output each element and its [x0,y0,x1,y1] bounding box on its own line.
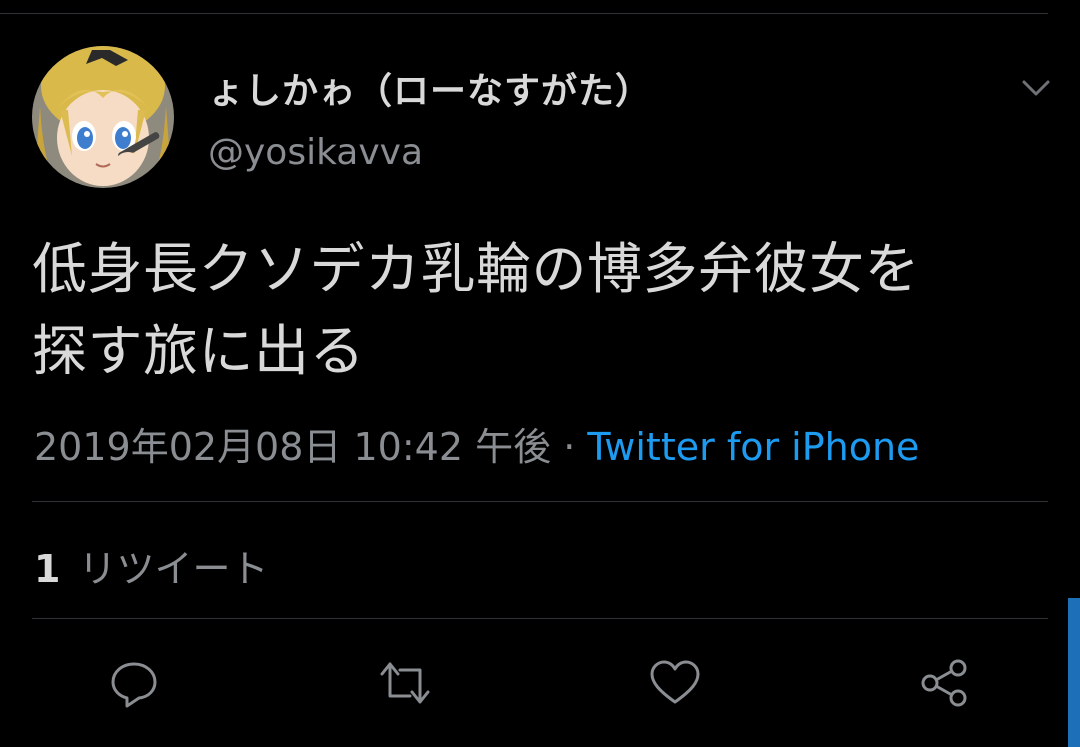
like-icon[interactable] [648,656,702,710]
retweet-label: リツイート [78,547,269,591]
retweet-count: 1 [34,547,61,591]
retweet-icon[interactable] [378,656,432,710]
share-icon[interactable] [918,656,972,710]
divider [32,501,1048,502]
reply-icon[interactable] [107,656,161,710]
display-name[interactable]: ょしかゎ（ローなすがた） [208,62,652,114]
tweet-meta: 2019年02月08日 10:42 午後 · Twitter for iPhon… [34,416,919,471]
tweet-text-line-2: 探す旅に出る [32,319,366,383]
avatar[interactable] [32,46,174,188]
scrollbar[interactable] [1068,598,1080,747]
tweet-text-line-1: 低身長クソデカ乳輪の博多弁彼女を [32,237,921,301]
tweet-text: 低身長クソデカ乳輪の博多弁彼女を 探す旅に出る [32,228,1052,392]
meta-separator: · [563,425,576,469]
top-divider [0,13,1048,14]
user-handle[interactable]: @yosikavva [208,132,423,173]
avatar-image [32,46,174,188]
divider [32,618,1048,619]
retweet-stat[interactable]: 1 リツイート [34,538,269,593]
timestamp[interactable]: 2019年02月08日 10:42 午後 [34,425,551,469]
source-link[interactable]: Twitter for iPhone [587,425,919,469]
chevron-down-icon[interactable] [1018,72,1054,102]
